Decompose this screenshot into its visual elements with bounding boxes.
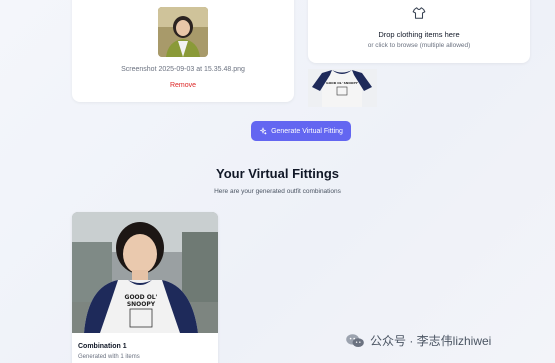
results-title: Your Virtual Fittings <box>215 166 340 181</box>
result-subtitle: Generated with 1 items <box>78 354 140 360</box>
shirt-print-line1: GOOD OL' <box>125 294 158 301</box>
shirt-print-line2: SNOOPY <box>127 301 156 308</box>
shirt-icon <box>412 7 426 19</box>
uploaded-filename: Screenshot 2025-09-03 at 15.35.48.png <box>121 66 245 73</box>
generate-virtual-fitting-button[interactable]: Generate Virtual Fitting <box>251 121 351 141</box>
remove-button[interactable]: Remove <box>72 82 294 89</box>
shirt-print-text: GOOD OL' SNOOPY <box>326 81 358 85</box>
generate-button-label: Generate Virtual Fitting <box>271 127 343 135</box>
uploaded-photo-card: Screenshot 2025-09-03 at 15.35.48.png Re… <box>72 0 294 102</box>
watermark: 公众号 · 李志伟lizhiwei <box>345 332 491 349</box>
sparkle-icon <box>260 127 267 135</box>
uploaded-photo-thumbnail <box>158 7 208 57</box>
clothing-dropzone[interactable]: Drop clothing items here or click to bro… <box>308 0 530 63</box>
dropzone-subtitle: or click to browse (multiple allowed) <box>367 42 471 49</box>
result-card[interactable]: GOOD OL' SNOOPY Combination 1 Generated … <box>72 212 218 363</box>
result-image: GOOD OL' SNOOPY <box>72 212 218 333</box>
results-subtitle: Here are your generated outfit combinati… <box>214 188 341 195</box>
dropzone-title: Drop clothing items here <box>378 30 460 39</box>
watermark-text: 公众号 · 李志伟lizhiwei <box>370 334 492 348</box>
result-title: Combination 1 <box>78 343 127 350</box>
wechat-icon <box>346 333 364 347</box>
clothing-item-thumbnail[interactable]: GOOD OL' SNOOPY <box>308 69 377 107</box>
